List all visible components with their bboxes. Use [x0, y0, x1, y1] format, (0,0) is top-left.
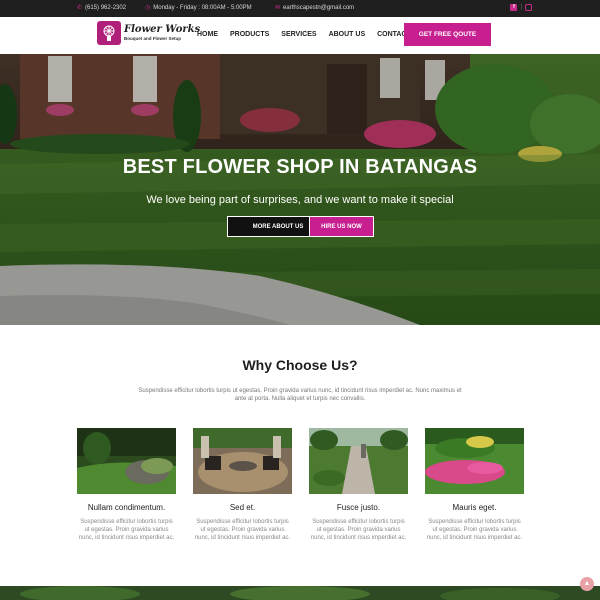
- nav-services[interactable]: SERVICES: [281, 31, 316, 38]
- flower-logo-icon: [97, 21, 121, 45]
- email-icon: ✉: [275, 5, 281, 11]
- feature-text: Suspendisse efficitur lobortis turpis ut…: [310, 519, 407, 541]
- feature-text: Suspendisse efficitur lobortis turpis ut…: [78, 519, 175, 541]
- feature-card: Sed et. Suspendisse efficitur lobortis t…: [193, 428, 292, 542]
- business-hours: Monday - Friday : 08:00AM - 5:00PM: [153, 5, 252, 11]
- feature-title: Fusce justo.: [336, 503, 381, 512]
- hours-info: ◷ Monday - Friday : 08:00AM - 5:00PM: [145, 5, 252, 11]
- feature-title: Nullam condimentum.: [87, 503, 166, 512]
- hire-us-now-button[interactable]: HIRE US NOW: [309, 216, 374, 237]
- top-info-bar: ✆ (615) 962-2302 ◷ Monday - Friday : 08:…: [0, 0, 600, 17]
- feature-image-patio: [193, 428, 292, 494]
- hero-subtitle: We love being part of surprises, and we …: [146, 194, 454, 206]
- section-description: Suspendisse efficitur lobortis turpis ut…: [138, 388, 462, 402]
- email-address: earthscapestn@gmail.com: [283, 5, 355, 11]
- bottom-image-strip: [0, 586, 600, 600]
- brand-tagline: Bouquet and Flower Setup: [124, 35, 181, 41]
- get-free-quote-button[interactable]: GET FREE QOUTE: [404, 23, 491, 46]
- phone-number: (615) 962-2302: [85, 5, 127, 11]
- feature-text: Suspendisse efficitur lobortis turpis ut…: [194, 519, 291, 541]
- feature-text: Suspendisse efficitur lobortis turpis ut…: [426, 519, 523, 541]
- arrow-up-icon[interactable]: ▲: [580, 577, 594, 591]
- feature-card: Mauris eget. Suspendisse efficitur lobor…: [425, 428, 524, 542]
- feature-card: Nullam condimentum. Suspendisse efficitu…: [77, 428, 176, 542]
- feature-card: Fusce justo. Suspendisse efficitur lobor…: [309, 428, 408, 542]
- site-logo[interactable]: Flower Works Bouquet and Flower Setup: [97, 21, 200, 45]
- main-nav: HOME PRODUCTS SERVICES ABOUT US CONTACT: [197, 31, 411, 38]
- instagram-icon[interactable]: [525, 4, 532, 11]
- feature-image-flowerbed: [425, 428, 524, 494]
- social-separator: |: [520, 4, 522, 10]
- feature-image-walkway: [309, 428, 408, 494]
- social-links: f |: [510, 4, 532, 11]
- site-header: Flower Works Bouquet and Flower Setup HO…: [0, 17, 600, 54]
- feature-title: Mauris eget.: [452, 503, 497, 512]
- email-info[interactable]: ✉ earthscapestn@gmail.com: [275, 5, 354, 11]
- clock-icon: ◷: [145, 5, 151, 11]
- hero-banner: BEST FLOWER SHOP IN BATANGAS We love bei…: [0, 54, 600, 325]
- hero-title: BEST FLOWER SHOP IN BATANGAS: [122, 156, 478, 178]
- section-title: Why Choose Us?: [242, 357, 358, 373]
- facebook-icon[interactable]: f: [510, 4, 518, 11]
- phone-icon: ✆: [77, 5, 83, 11]
- hero-background-image: [0, 54, 600, 325]
- phone-info[interactable]: ✆ (615) 962-2302: [77, 5, 126, 11]
- feature-image-garden: [77, 428, 176, 494]
- brand-name: Flower Works: [124, 23, 201, 35]
- nav-about-us[interactable]: ABOUT US: [329, 31, 366, 38]
- nav-products[interactable]: PRODUCTS: [230, 31, 269, 38]
- nav-home[interactable]: HOME: [197, 31, 218, 38]
- feature-title: Sed et.: [229, 503, 256, 512]
